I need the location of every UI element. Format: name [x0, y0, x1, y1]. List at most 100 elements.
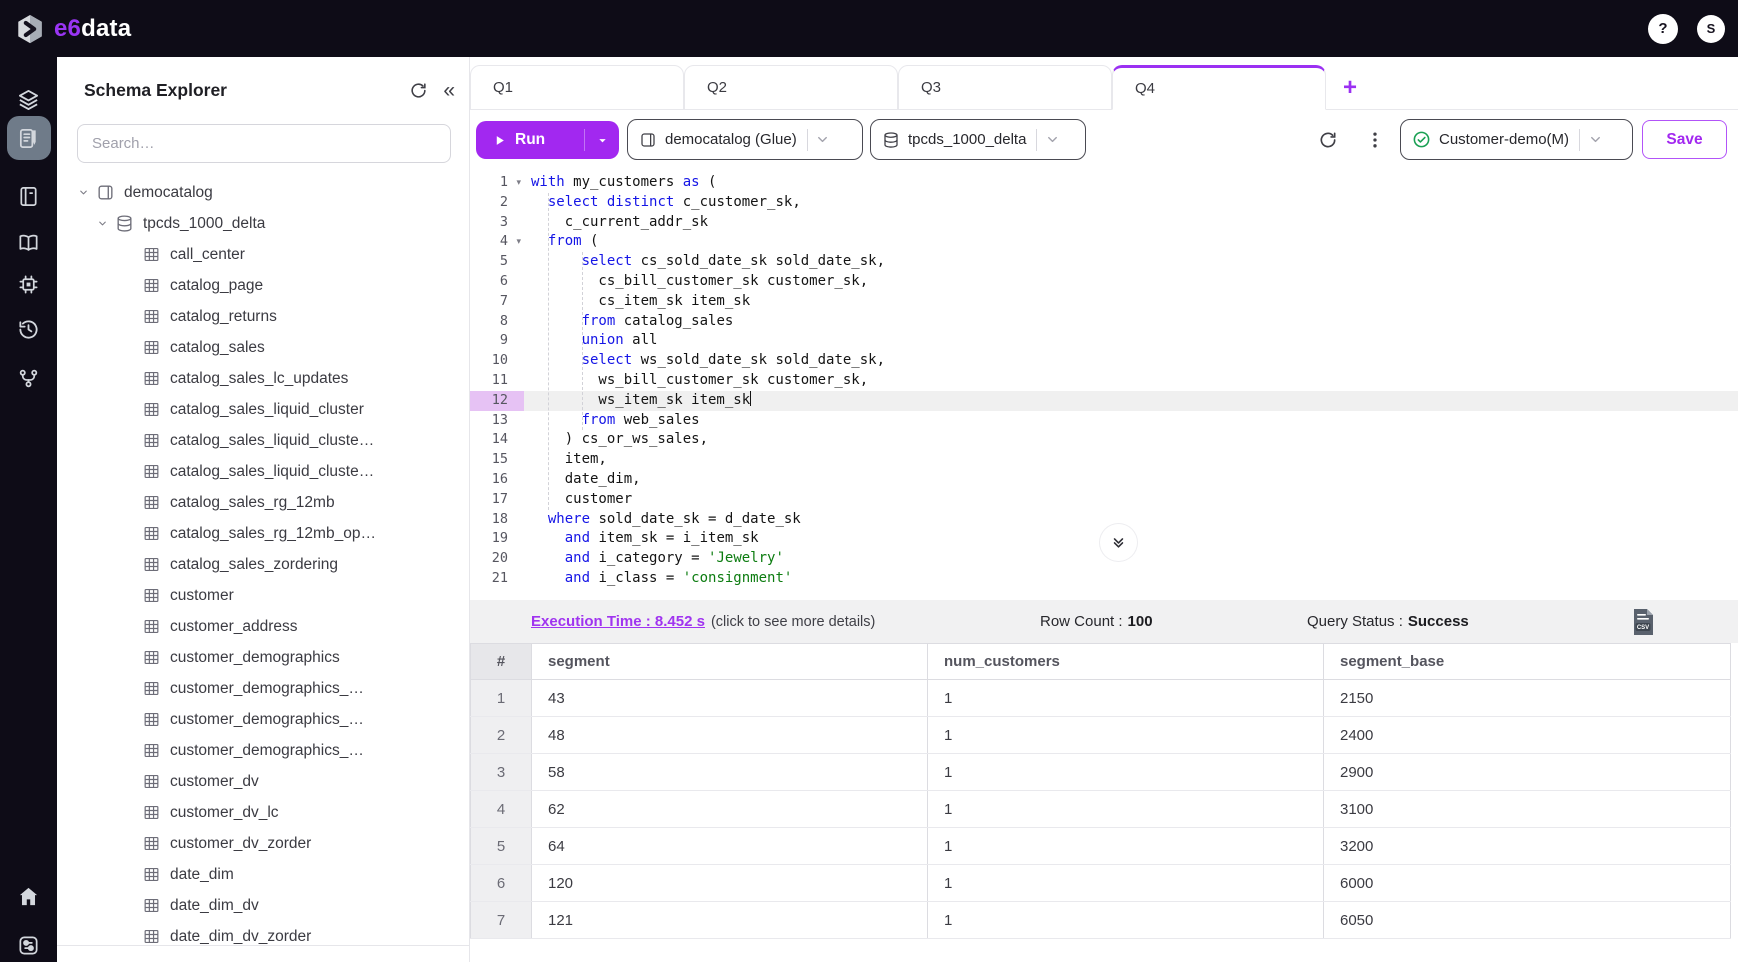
tree-item-catalog_returns[interactable]: catalog_returns	[57, 301, 469, 332]
tree-item-catalog_page[interactable]: catalog_page	[57, 270, 469, 301]
editor-line-4[interactable]: 4▾ from (	[470, 232, 1738, 252]
tree-item-label: customer_demographics_…	[170, 711, 364, 729]
editor-line-8[interactable]: 8 from catalog_sales	[470, 312, 1738, 332]
editor-line-2[interactable]: 2 select distinct c_customer_sk,	[470, 193, 1738, 213]
tree-item-customer_demographics_[interactable]: customer_demographics_…	[57, 735, 469, 766]
database-dropdown[interactable]: tpcds_1000_delta	[870, 119, 1086, 160]
table-row[interactable]: 35812900	[471, 754, 1731, 791]
data-cell: 1	[928, 865, 1324, 902]
editor-line-7[interactable]: 7 cs_item_sk item_sk	[470, 292, 1738, 312]
sidebar-history-button[interactable]	[0, 307, 57, 351]
code-fold-caret-icon[interactable]: ▾	[516, 232, 521, 252]
editor-line-14[interactable]: 14 ) cs_or_ws_sales,	[470, 430, 1738, 450]
tree-item-customer_demographics_[interactable]: customer_demographics_…	[57, 673, 469, 704]
sidebar-notebook-button[interactable]	[0, 116, 57, 160]
editor-line-16[interactable]: 16 date_dim,	[470, 470, 1738, 490]
editor-line-13[interactable]: 13 from web_sales	[470, 411, 1738, 431]
data-cell: 1	[928, 902, 1324, 939]
editor-line-9[interactable]: 9 union all	[470, 331, 1738, 351]
tree-item-catalog_sales_rg_12mb[interactable]: catalog_sales_rg_12mb	[57, 487, 469, 518]
table-icon	[142, 276, 161, 295]
editor-line-15[interactable]: 15 item,	[470, 450, 1738, 470]
schema-refresh-icon[interactable]	[409, 81, 428, 100]
editor-line-10[interactable]: 10 select ws_sold_date_sk sold_date_sk,	[470, 351, 1738, 371]
line-number: 13	[492, 411, 508, 431]
svg-text:CSV: CSV	[1637, 625, 1649, 631]
table-row[interactable]: 46213100	[471, 791, 1731, 828]
editor-line-18[interactable]: 18 where sold_date_sk = d_date_sk	[470, 510, 1738, 530]
tree-item-catalog_sales_rg_12mb_op[interactable]: catalog_sales_rg_12mb_op…	[57, 518, 469, 549]
tab-q3[interactable]: Q3	[898, 65, 1112, 110]
tree-item-customer[interactable]: customer	[57, 580, 469, 611]
panel-collapse-icon[interactable]: «	[443, 80, 455, 101]
table-row[interactable]: 612016000	[471, 865, 1731, 902]
table-row[interactable]: 24812400	[471, 717, 1731, 754]
tree-item-customer_address[interactable]: customer_address	[57, 611, 469, 642]
row-index-cell: 4	[471, 791, 532, 828]
table-row[interactable]: 56413200	[471, 828, 1731, 865]
collapse-results-button[interactable]	[1100, 524, 1137, 561]
tree-item-date_dim[interactable]: date_dim	[57, 859, 469, 890]
editor-line-11[interactable]: 11 ws_bill_customer_sk customer_sk,	[470, 371, 1738, 391]
run-label: Run	[515, 131, 545, 149]
editor-line-12[interactable]: 12 ws_item_sk item_sk	[470, 391, 1738, 411]
tree-item-catalog_sales[interactable]: catalog_sales	[57, 332, 469, 363]
tree-item-customer_demographics[interactable]: customer_demographics	[57, 642, 469, 673]
tab-q4[interactable]: Q4	[1112, 65, 1326, 110]
save-button[interactable]: Save	[1642, 120, 1727, 159]
tree-item-catalog_sales_liquid_cluster[interactable]: catalog_sales_liquid_cluster	[57, 394, 469, 425]
help-button[interactable]: ?	[1648, 14, 1678, 44]
run-options-caret-icon[interactable]	[585, 135, 619, 146]
new-tab-button[interactable]: +	[1326, 65, 1374, 110]
sidebar-layers-button[interactable]	[0, 77, 57, 121]
table-row[interactable]: 14312150	[471, 680, 1731, 717]
user-avatar[interactable]: S	[1697, 15, 1725, 43]
code-fold-caret-icon[interactable]: ▾	[516, 173, 521, 193]
sidebar-preferences-button[interactable]	[0, 923, 57, 962]
tree-item-catalog_sales_liquid_cluste[interactable]: catalog_sales_liquid_cluste…	[57, 456, 469, 487]
tree-item-catalog_sales_lc_updates[interactable]: catalog_sales_lc_updates	[57, 363, 469, 394]
more-options-kebab-icon[interactable]	[1362, 127, 1388, 153]
run-button[interactable]: Run	[476, 121, 619, 159]
sidebar-book-open-button[interactable]	[0, 220, 57, 264]
sidebar-chip-button[interactable]	[0, 262, 57, 306]
sidebar-home-button[interactable]	[0, 874, 57, 918]
tree-item-date_dim_dv_zorder[interactable]: date_dim_dv_zorder	[57, 921, 469, 945]
tree-item-label: date_dim_dv	[170, 897, 259, 915]
editor-line-3[interactable]: 3 c_current_addr_sk	[470, 213, 1738, 233]
sidebar-git-branch-button[interactable]	[0, 356, 57, 400]
editor-line-6[interactable]: 6 cs_bill_customer_sk customer_sk,	[470, 272, 1738, 292]
schema-explorer-panel: Schema Explorer « democatalogtpcds_1000_…	[57, 57, 470, 962]
table-row[interactable]: 712116050	[471, 902, 1731, 939]
execution-time-link[interactable]: Execution Time : 8.452 s	[531, 613, 705, 630]
e6data-logo[interactable]: e6data	[0, 14, 131, 44]
refresh-connection-button[interactable]	[1315, 127, 1341, 153]
tree-item-tpcds_1000_delta[interactable]: tpcds_1000_delta	[57, 208, 469, 239]
tab-q1[interactable]: Q1	[470, 65, 684, 110]
tree-item-customer_dv_zorder[interactable]: customer_dv_zorder	[57, 828, 469, 859]
tree-item-customer_demographics_[interactable]: customer_demographics_…	[57, 704, 469, 735]
tree-expand-chevron-icon[interactable]	[77, 187, 90, 198]
editor-line-17[interactable]: 17 customer	[470, 490, 1738, 510]
tree-item-catalog_sales_liquid_cluste[interactable]: catalog_sales_liquid_cluste…	[57, 425, 469, 456]
schema-search-input[interactable]	[78, 125, 450, 162]
tab-q2[interactable]: Q2	[684, 65, 898, 110]
tree-item-date_dim_dv[interactable]: date_dim_dv	[57, 890, 469, 921]
tab-label: Q3	[921, 79, 941, 96]
tree-item-call_center[interactable]: call_center	[57, 239, 469, 270]
editor-line-5[interactable]: 5 select cs_sold_date_sk sold_date_sk,	[470, 252, 1738, 272]
connection-dropdown[interactable]: Customer-demo(M)	[1400, 119, 1633, 160]
catalog-dropdown[interactable]: democatalog (Glue)	[627, 119, 863, 160]
tree-item-catalog_sales_zordering[interactable]: catalog_sales_zordering	[57, 549, 469, 580]
tree-item-democatalog[interactable]: democatalog	[57, 177, 469, 208]
tree-expand-chevron-icon[interactable]	[96, 218, 109, 229]
download-csv-icon[interactable]: CSV	[1628, 607, 1658, 637]
tree-item-customer_dv_lc[interactable]: customer_dv_lc	[57, 797, 469, 828]
line-number: 3	[500, 213, 508, 233]
brand-text: e6data	[54, 15, 131, 43]
sidebar-journal-button[interactable]	[0, 174, 57, 218]
tree-item-customer_dv[interactable]: customer_dv	[57, 766, 469, 797]
editor-line-21[interactable]: 21 and i_class = 'consignment'	[470, 569, 1738, 589]
editor-line-1[interactable]: 1▾with my_customers as (	[470, 173, 1738, 193]
table-icon	[142, 896, 161, 915]
